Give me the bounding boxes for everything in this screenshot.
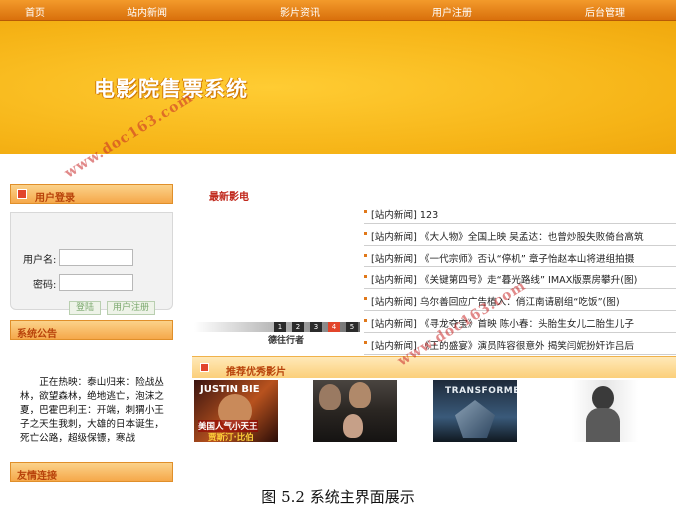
recommended-header: 推荐优秀影片 (192, 356, 676, 378)
face-image (319, 384, 341, 410)
nav-movie-info[interactable]: 影片资讯 (280, 4, 320, 19)
news-item[interactable]: [站内新闻] 《一代宗师》否认“停机” 章子怡赵本山将进组拍摄 (364, 246, 676, 268)
nav-admin[interactable]: 后台管理 (585, 4, 625, 19)
robot-image (455, 400, 495, 438)
header-bullet-icon (17, 189, 27, 199)
top-nav: 首页 站内新闻 影片资讯 用户注册 后台管理 (0, 0, 676, 21)
announce-text: 正在热映：泰山归来：险战丛林，欲望森林，绝地逃亡，泡沫之夏，巴霍巴利王：开端，刺… (20, 377, 164, 444)
news-item[interactable]: [站内新闻] 《寻龙夺宝》首映 陈小春：头胎生女儿二胎生儿子 (364, 311, 676, 333)
login-header: 用户登录 (10, 184, 173, 204)
figure-caption: 图 5.2 系统主界面展示 (261, 488, 415, 506)
bullet-icon (364, 297, 367, 301)
bullet-icon (364, 231, 367, 235)
announce-panel: 正在热映：泰山归来：险战丛林，欲望森林，绝地逃亡，泡沫之夏，巴霍巴利王：开端，刺… (10, 340, 173, 460)
latest-movies-title: 最新影电 (209, 192, 249, 203)
poster-justin-bieber[interactable]: JUSTIN BIE 美国人气小天王 贾斯汀·比伯 (194, 380, 278, 442)
login-panel: 用户名: 密码: 登陆 用户注册 (10, 212, 173, 315)
password-input[interactable] (59, 274, 133, 291)
header-bullet-icon (200, 363, 209, 372)
news-text[interactable]: [站内新闻] 《大人物》全国上映 吴孟达：也曾炒股失败倚台高筑 (371, 229, 644, 243)
news-text[interactable]: [站内新闻] 123 (371, 207, 438, 221)
news-text[interactable]: [站内新闻] 《一代宗师》否认“停机” 章子怡赵本山将进组拍摄 (371, 251, 634, 265)
news-text[interactable]: [站内新闻] 《关键第四号》走“暮光路线” IMAX版票房攀升(图) (371, 272, 637, 286)
news-item[interactable]: [站内新闻] 123 (364, 202, 676, 224)
nav-home[interactable]: 首页 (25, 4, 45, 19)
links-header-label: 友情连接 (17, 471, 57, 482)
bullet-icon (364, 340, 367, 344)
slide-button-3[interactable]: 3 (310, 322, 322, 332)
news-text[interactable]: [站内新闻] 《寻龙夺宝》首映 陈小春：头胎生女儿二胎生儿子 (371, 316, 634, 330)
bullet-icon (364, 318, 367, 322)
slide-button-2[interactable]: 2 (292, 322, 304, 332)
links-header: 友情连接 (10, 462, 173, 482)
announce-header: 系统公告 (10, 320, 173, 340)
poster-title: JUSTIN BIE (200, 384, 260, 395)
poster-title: TRANSFORMERS (445, 386, 517, 396)
bullet-icon (364, 253, 367, 257)
slide-caption: 德往行者 (268, 336, 305, 346)
recommended-header-label: 推荐优秀影片 (226, 367, 286, 378)
news-item[interactable]: [站内新闻] 《大人物》全国上映 吴孟达：也曾炒股失败倚台高筑 (364, 224, 676, 246)
password-label: 密码: (33, 280, 57, 291)
login-header-label: 用户登录 (35, 193, 75, 204)
poster-transformers[interactable]: TRANSFORMERS (433, 380, 517, 442)
login-button[interactable]: 登陆 (69, 301, 101, 315)
portrait-body-image (586, 408, 620, 442)
bullet-icon (364, 275, 367, 279)
banner: 电影院售票系统 (0, 21, 676, 154)
announce-header-label: 系统公告 (17, 329, 57, 340)
face-image (343, 414, 363, 438)
username-label: 用户名: (23, 255, 57, 266)
bullet-icon (364, 210, 367, 213)
username-input[interactable] (59, 249, 133, 266)
poster-subtitle-2: 贾斯汀·比伯 (208, 433, 254, 442)
face-image (349, 382, 371, 408)
slide-button-5[interactable]: 5 (346, 322, 358, 332)
poster-portrait[interactable] (572, 380, 638, 442)
poster-drama[interactable] (313, 380, 397, 442)
portrait-image (592, 386, 614, 410)
nav-user-register[interactable]: 用户注册 (432, 4, 472, 19)
nav-site-news[interactable]: 站内新闻 (127, 4, 167, 19)
slide-button-4[interactable]: 4 (328, 322, 340, 332)
register-button[interactable]: 用户注册 (107, 301, 155, 315)
slide-button-1[interactable]: 1 (274, 322, 286, 332)
